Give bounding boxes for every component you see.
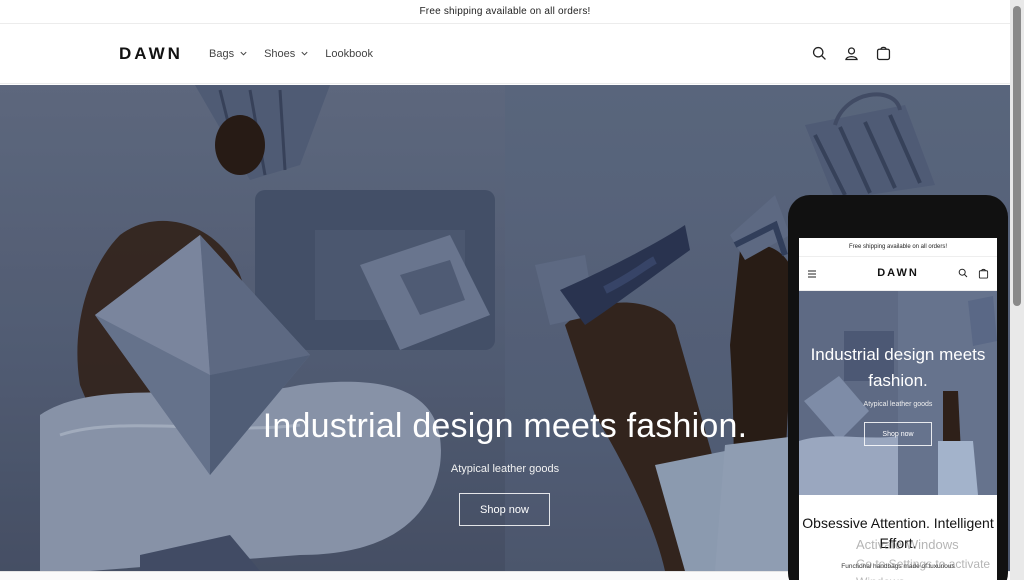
shop-now-button[interactable]: Shop now: [459, 493, 550, 526]
nav-label: Lookbook: [325, 47, 373, 60]
watermark-line-1: Activate Windows: [856, 537, 959, 552]
logo[interactable]: DAWN: [119, 44, 183, 64]
storefront-page: Free shipping available on all orders! D…: [0, 0, 1010, 580]
mobile-announcement-bar: Free shipping available on all orders!: [799, 238, 997, 257]
search-icon[interactable]: [811, 45, 828, 62]
search-icon[interactable]: [958, 268, 968, 278]
chevron-down-icon: [301, 51, 308, 56]
nav-item-bags[interactable]: Bags: [209, 48, 248, 60]
page-scrollbar[interactable]: [1010, 0, 1024, 580]
nav-item-shoes[interactable]: Shoes: [264, 48, 309, 60]
mobile-hero: Industrial design meets fashion. Atypica…: [799, 291, 997, 495]
mobile-shop-now-button[interactable]: Shop now: [864, 422, 932, 446]
mobile-hero-title: Industrial design meets fashion.: [810, 345, 986, 391]
mobile-preview-screen: Free shipping available on all orders! D…: [799, 238, 997, 580]
os-activation-watermark: Activate Windows Go to Settings to activ…: [856, 535, 1010, 580]
announcement-text: Free shipping available on all orders!: [419, 6, 591, 17]
main-nav: Bags Shoes Lookbook: [209, 48, 373, 60]
account-icon[interactable]: [843, 45, 860, 62]
chevron-down-icon: [240, 51, 247, 56]
mobile-hero-subtitle: Atypical leather goods: [863, 401, 933, 408]
watermark-line-2: Go to Settings to activate Windows.: [856, 556, 991, 580]
cart-icon[interactable]: [978, 268, 989, 279]
nav-label: Bags: [209, 47, 235, 60]
scrollbar-thumb[interactable]: [1013, 6, 1021, 306]
nav-label: Shoes: [264, 47, 296, 60]
mobile-header: DAWN: [799, 257, 997, 291]
header-icons: [811, 45, 892, 62]
cart-icon[interactable]: [875, 45, 892, 62]
mobile-preview-device: Free shipping available on all orders! D…: [788, 195, 1008, 580]
announcement-bar: Free shipping available on all orders!: [0, 0, 1010, 24]
nav-item-lookbook[interactable]: Lookbook: [325, 48, 373, 60]
site-header: DAWN Bags Shoes Lookbook: [0, 24, 1010, 84]
